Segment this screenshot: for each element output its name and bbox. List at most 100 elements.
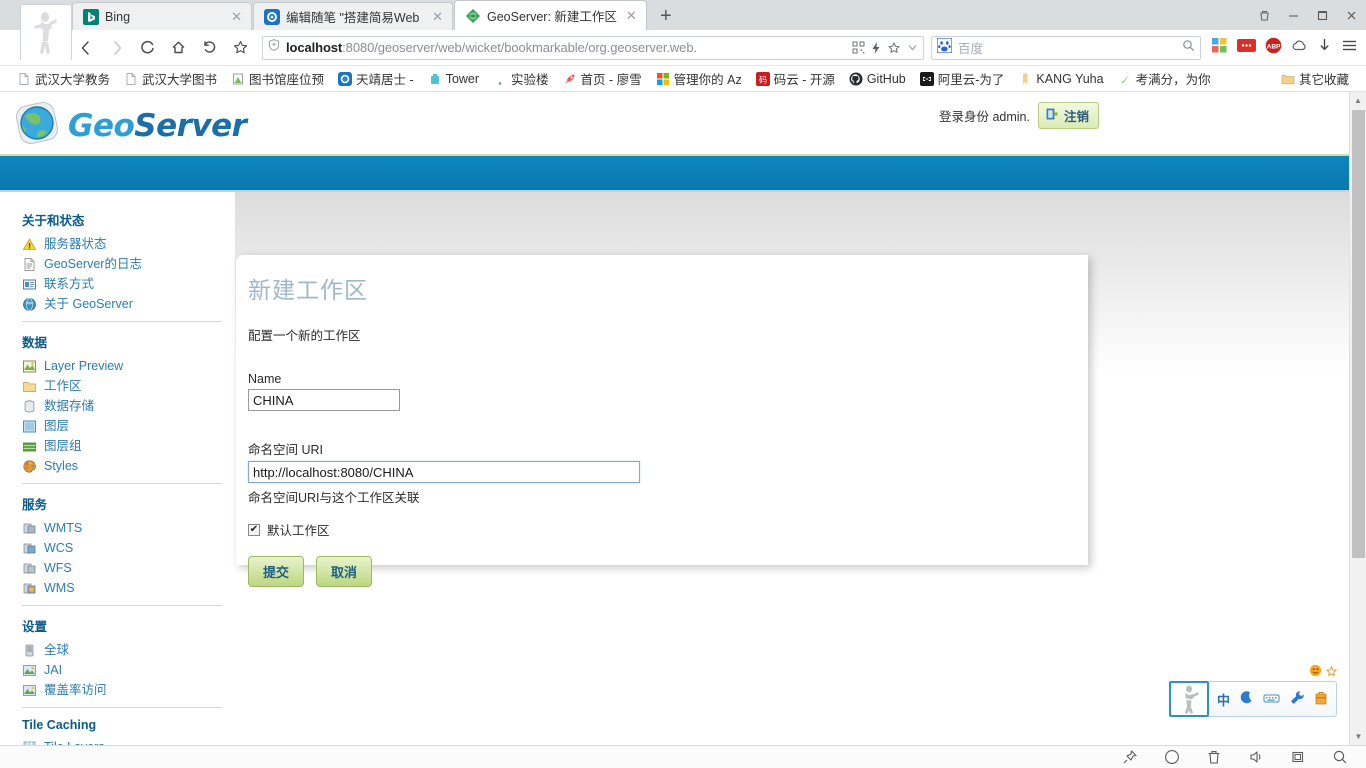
- new-tab-button[interactable]: +: [652, 2, 680, 30]
- shiyanlou-icon: [493, 72, 507, 86]
- smiley-icon[interactable]: [1309, 664, 1322, 682]
- maximize-button[interactable]: [1308, 0, 1337, 30]
- scroll-up-arrow[interactable]: ▲: [1350, 92, 1366, 109]
- bookmark-item[interactable]: 武汉大学图书: [117, 69, 224, 88]
- sidebar-item-jai[interactable]: JAI: [22, 660, 235, 680]
- bookmark-item[interactable]: 阿里云-为了: [913, 69, 1012, 88]
- bookmark-item[interactable]: 首页 - 廖雪: [556, 69, 649, 88]
- close-button[interactable]: [1337, 0, 1366, 30]
- uri-field-help: 命名空间URI与这个工作区关联: [248, 491, 420, 505]
- star-icon[interactable]: [887, 41, 901, 55]
- toolbox-icon[interactable]: [1314, 690, 1328, 708]
- green-pen-icon: [1118, 72, 1132, 86]
- service-icon: [22, 561, 37, 576]
- moon-icon[interactable]: [1239, 690, 1254, 708]
- cancel-button[interactable]: 取消: [316, 556, 373, 587]
- sidebar-item-label: WCS: [44, 541, 74, 555]
- close-icon[interactable]: ✕: [429, 9, 446, 25]
- chevron-down-icon[interactable]: [906, 41, 919, 54]
- sidebar-item-server-status[interactable]: 服务器状态: [22, 234, 235, 254]
- sidebar-item-workspaces[interactable]: 工作区: [22, 376, 235, 396]
- sidebar-item-wms[interactable]: WMS: [22, 578, 235, 598]
- sidebar-item-wcs[interactable]: WCS: [22, 538, 235, 558]
- logout-button[interactable]: 注销: [1037, 102, 1099, 129]
- pin-icon[interactable]: [1122, 749, 1138, 765]
- search-icon[interactable]: [1182, 39, 1195, 57]
- apps-icon[interactable]: [1211, 37, 1228, 59]
- scroll-down-arrow[interactable]: ▼: [1350, 728, 1366, 745]
- bookmark-star-icon[interactable]: [225, 33, 256, 63]
- default-workspace-checkbox[interactable]: ✔: [248, 523, 260, 536]
- sidebar-item-layer-preview[interactable]: Layer Preview: [22, 356, 235, 376]
- bookmark-item[interactable]: GitHub: [842, 72, 913, 86]
- close-icon[interactable]: ✕: [228, 9, 245, 25]
- sidebar-item-global[interactable]: 全球: [22, 640, 235, 660]
- sidebar-item-geoserver-logs[interactable]: GeoServer的日志: [22, 254, 235, 274]
- bookmark-item[interactable]: 天靖居士 -: [331, 69, 421, 88]
- skin-button[interactable]: [1250, 0, 1279, 30]
- sidebar-item-styles[interactable]: Styles: [22, 456, 235, 476]
- star-icon[interactable]: [1325, 664, 1338, 682]
- bookmark-item[interactable]: KANG Yuha: [1011, 72, 1110, 86]
- bookmark-item[interactable]: 实验楼: [486, 69, 556, 88]
- sidebar-item-about-geoserver[interactable]: 关于 GeoServer: [22, 294, 235, 314]
- back-button[interactable]: [70, 33, 101, 63]
- namespace-uri-input[interactable]: [248, 461, 640, 483]
- bookmark-item[interactable]: 管理你的 Az: [649, 69, 749, 88]
- submit-button[interactable]: 提交: [248, 556, 305, 587]
- red-extension-icon[interactable]: [1237, 37, 1256, 59]
- history-button[interactable]: [194, 33, 225, 63]
- sidebar-item-wmts[interactable]: WMTS: [22, 518, 235, 538]
- server-icon: [22, 643, 37, 658]
- bookmark-item[interactable]: Tower: [421, 72, 486, 86]
- cloud-icon[interactable]: [1291, 38, 1308, 58]
- menu-icon[interactable]: [1341, 37, 1358, 59]
- sidebar-item-label: WMS: [44, 581, 75, 595]
- browser-tab-geoserver[interactable]: GeoServer: 新建工作区 ✕: [454, 0, 647, 30]
- search-icon[interactable]: [1332, 749, 1348, 765]
- address-bar[interactable]: localhost:8080/geoserver/web/wicket/book…: [262, 35, 924, 60]
- download-icon[interactable]: [1317, 37, 1332, 59]
- reload-button[interactable]: [132, 33, 163, 63]
- qrcode-icon[interactable]: [852, 41, 865, 54]
- browser-skin-avatar[interactable]: [20, 4, 72, 60]
- wrench-icon[interactable]: [1289, 690, 1305, 709]
- lightning-icon[interactable]: [870, 41, 882, 55]
- sogou-icon[interactable]: [1168, 681, 1209, 717]
- bookmark-item[interactable]: 武汉大学教务: [10, 69, 117, 88]
- contact-card-icon: [22, 277, 37, 292]
- search-box[interactable]: 百度: [931, 35, 1201, 60]
- forward-button[interactable]: [101, 33, 132, 63]
- keyboard-icon[interactable]: [1263, 692, 1280, 707]
- geoserver-logo[interactable]: GeoServer: [12, 98, 247, 153]
- scrollbar-thumb[interactable]: [1352, 110, 1365, 558]
- browser-tab-bing[interactable]: Bing ✕: [72, 2, 252, 30]
- sidebar-item-contact[interactable]: 联系方式: [22, 274, 235, 294]
- sidebar-item-layer-groups[interactable]: 图层组: [22, 436, 235, 456]
- page-scrollbar[interactable]: ▲ ▼: [1349, 92, 1366, 745]
- bookmark-item[interactable]: 图书馆座位预: [224, 69, 331, 88]
- github-icon: [849, 72, 863, 86]
- workspace-name-input[interactable]: [248, 389, 400, 411]
- volume-icon[interactable]: [1248, 749, 1264, 765]
- compass-icon[interactable]: [1164, 749, 1180, 765]
- ime-mode-label[interactable]: 中: [1217, 690, 1230, 709]
- login-status-area: 登录身份 admin. 注销: [939, 102, 1099, 129]
- sidebar-item-wfs[interactable]: WFS: [22, 558, 235, 578]
- default-workspace-row[interactable]: ✔ 默认工作区: [248, 520, 1088, 539]
- browser-tab-blog[interactable]: 编辑随笔 "搭建简易Web G ✕: [253, 2, 453, 30]
- sidebar-item-layers[interactable]: 图层: [22, 416, 235, 436]
- sidebar-item-coverage-access[interactable]: 覆盖率访问: [22, 680, 235, 700]
- sidebar-item-tile-layers[interactable]: Tile Layers: [22, 737, 235, 745]
- adblock-plus-icon[interactable]: ABP: [1265, 37, 1282, 59]
- minimize-button[interactable]: [1279, 0, 1308, 30]
- bookmark-item[interactable]: 码 码云 - 开源: [749, 69, 842, 88]
- sidebar-item-datastores[interactable]: 数据存储: [22, 396, 235, 416]
- bookmark-other-folder[interactable]: 其它收藏: [1274, 69, 1356, 88]
- bookmark-item[interactable]: 考满分，为你: [1111, 69, 1218, 88]
- window-icon[interactable]: [1290, 749, 1306, 765]
- close-icon[interactable]: ✕: [623, 8, 640, 24]
- trash-icon[interactable]: [1206, 749, 1222, 765]
- search-input[interactable]: 百度: [958, 38, 1176, 57]
- home-button[interactable]: [163, 33, 194, 63]
